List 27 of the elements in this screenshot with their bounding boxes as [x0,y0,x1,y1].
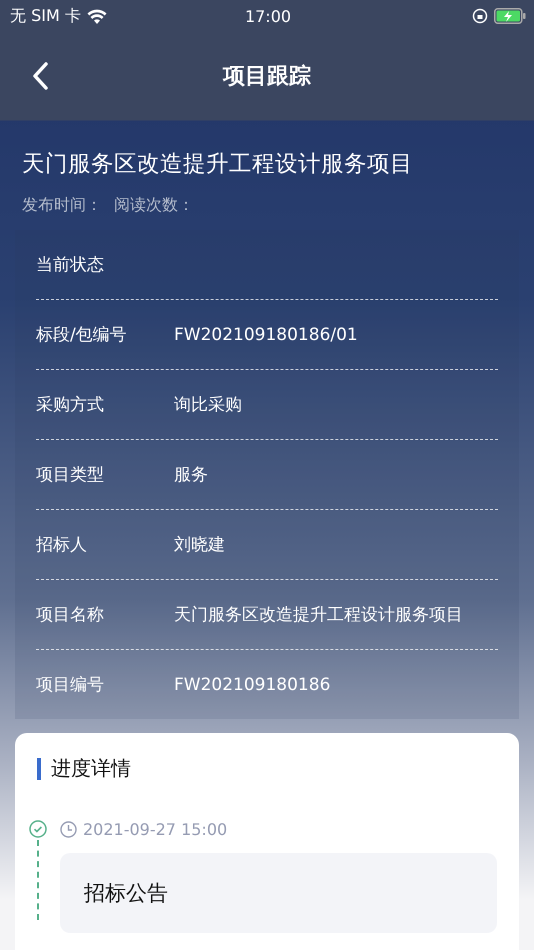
wifi-icon [86,8,107,24]
read-count-label: 阅读次数： [114,195,194,216]
status-time: 17:00 [244,6,292,26]
field-value: 天门服务区改造提升工程设计服务项目 [174,604,464,626]
battery-icon [494,8,526,24]
field-value: 询比采购 [174,394,243,416]
field-label: 标段/包编号 [36,324,128,346]
field-value: FW202109180186 [174,674,332,696]
page-title: 项目跟踪 [223,63,311,91]
step-title: 招标公告 [84,881,168,905]
field-value: 刘晓建 [174,534,226,556]
field-label: 采购方式 [36,394,105,416]
field-label: 项目类型 [36,464,105,486]
field-label: 当前状态 [36,254,105,276]
publish-time-label: 发布时间： [22,195,102,216]
section-title: 进度详情 [51,755,131,782]
step-time: 2021-09-27 15:00 [83,820,228,839]
rotation-lock-icon [472,8,488,24]
clock-icon [60,821,77,838]
field-label: 项目编号 [36,674,105,696]
carrier-text: 无 SIM 卡 [10,6,81,26]
field-value: 服务 [174,464,209,486]
field-label: 项目名称 [36,604,105,626]
accent-bar [37,758,41,780]
field-value: FW202109180186/01 [174,324,359,346]
field-label: 招标人 [36,534,88,556]
project-title: 天门服务区改造提升工程设计服务项目 [22,150,414,179]
